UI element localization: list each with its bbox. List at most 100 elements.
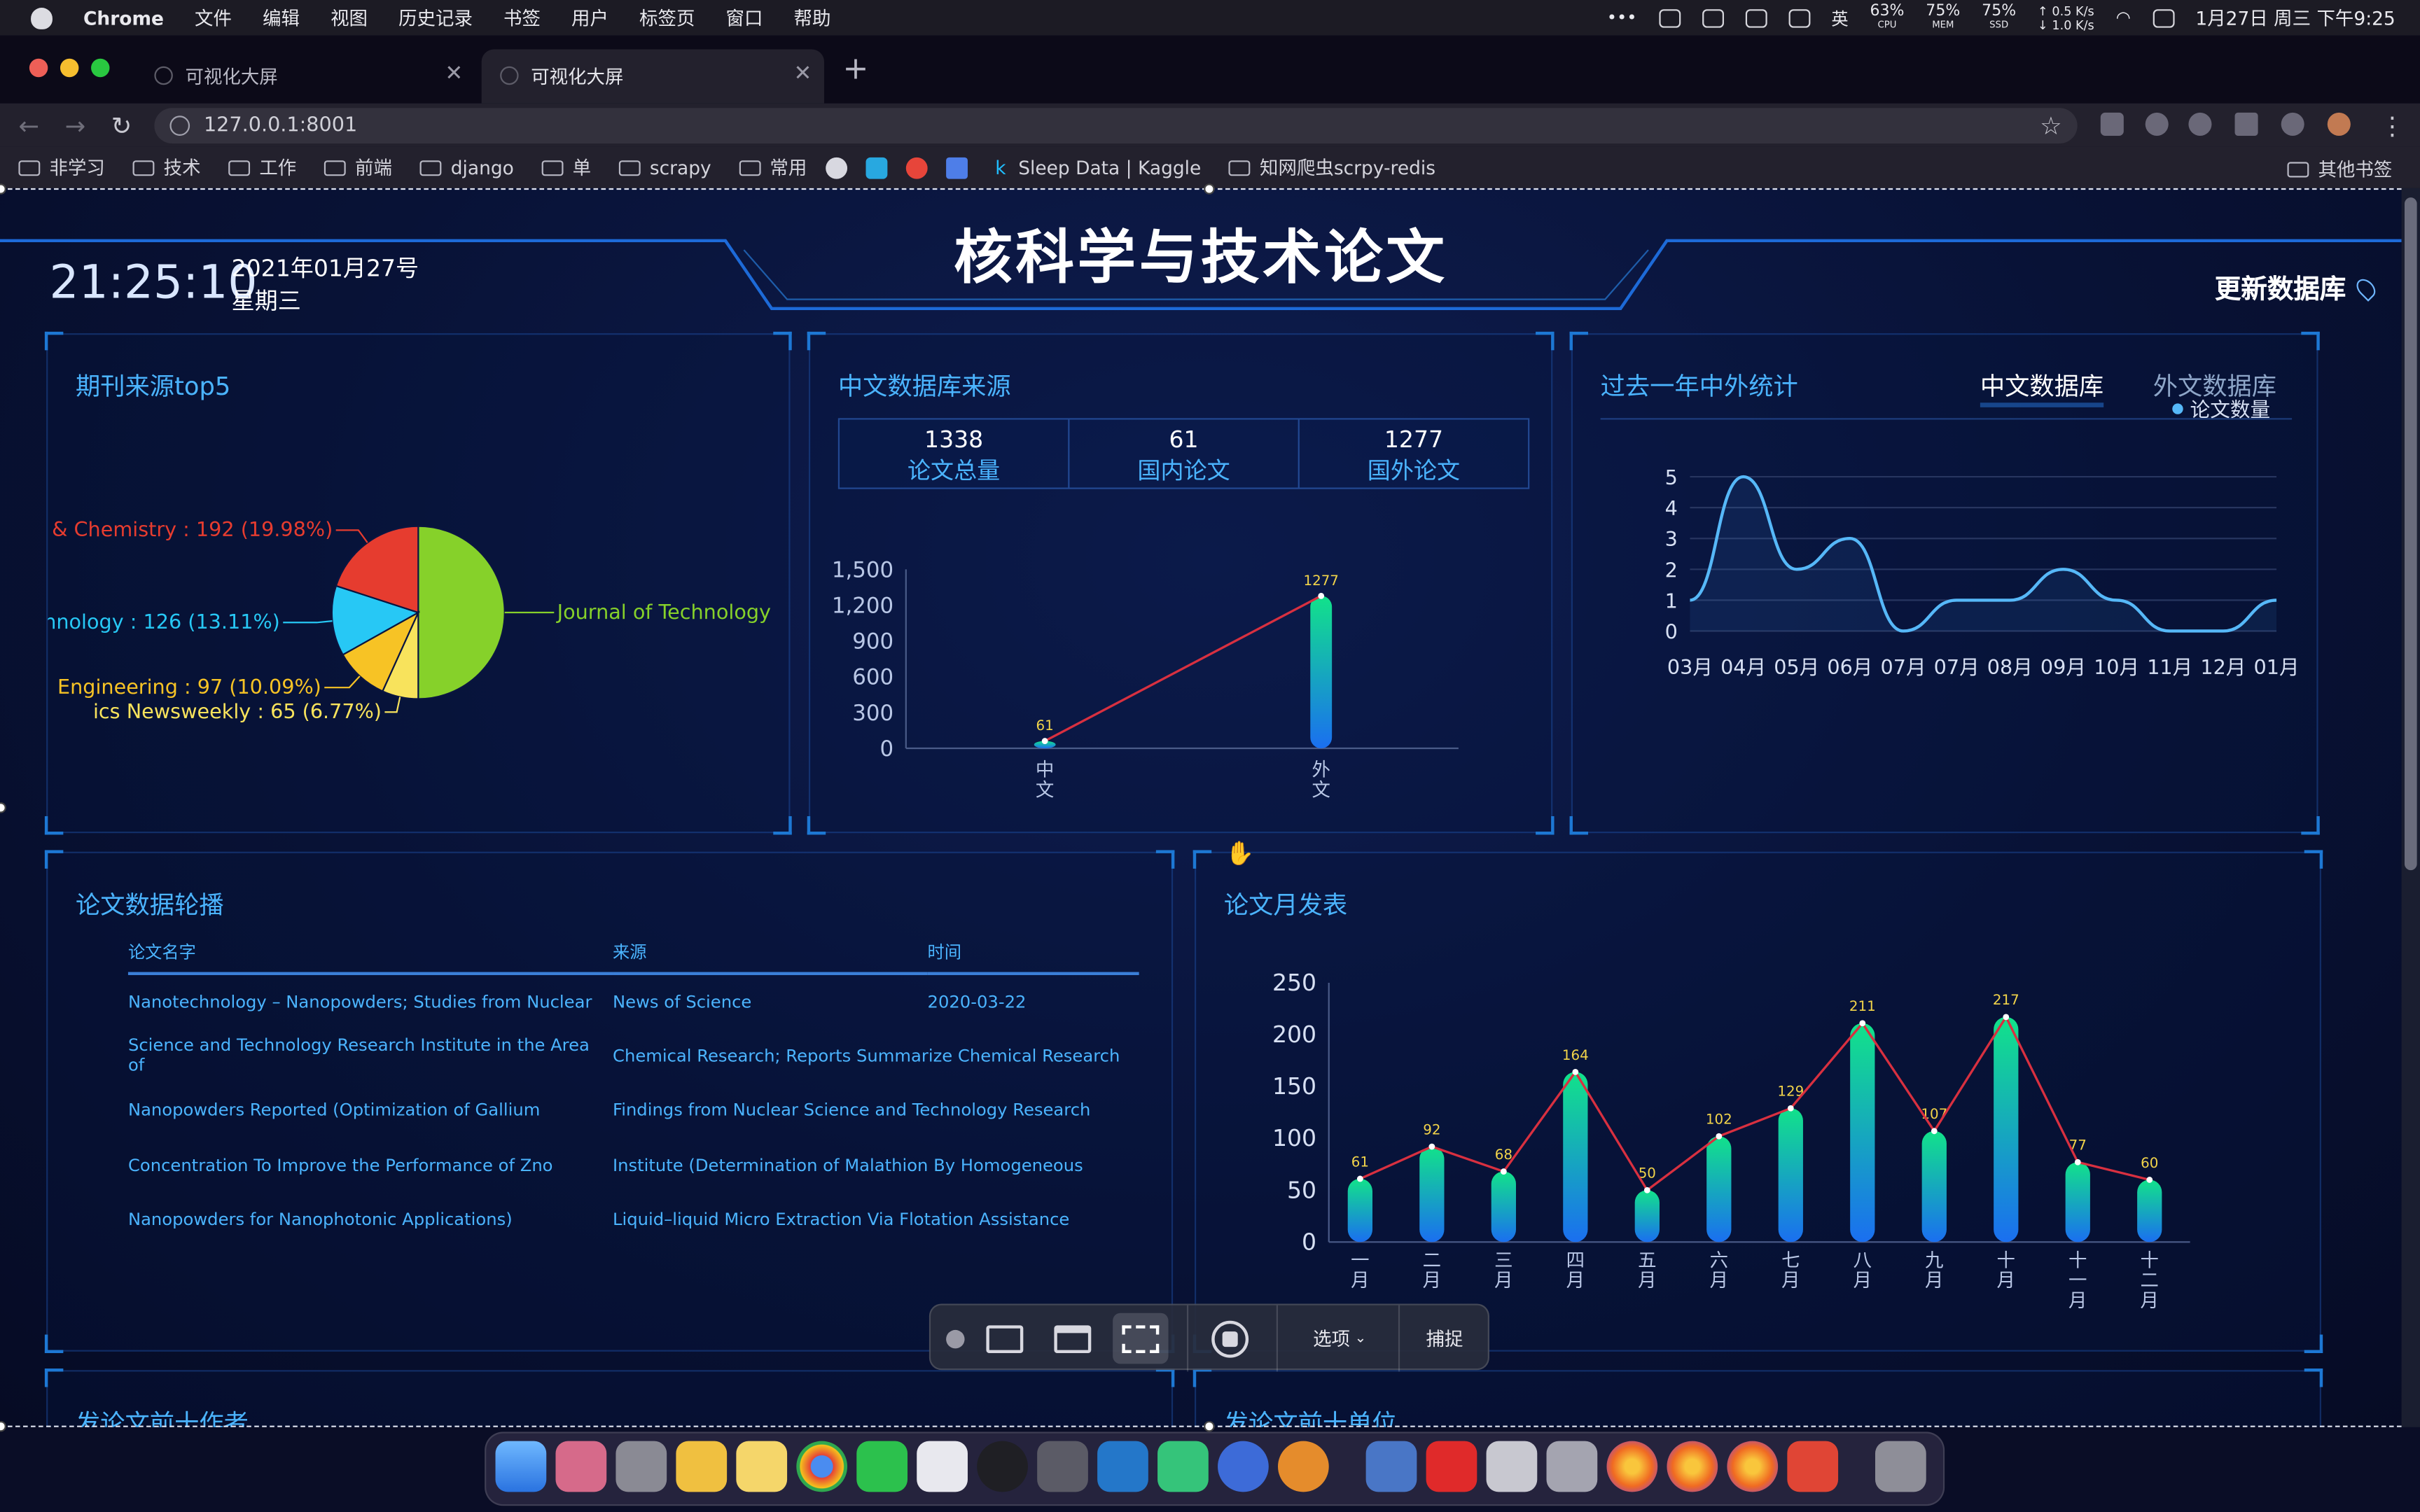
pie-leader-line	[283, 620, 333, 624]
extension-icon[interactable]	[2100, 112, 2124, 136]
control-center-icon[interactable]	[2152, 8, 2174, 27]
menu-app-name[interactable]: Chrome	[83, 7, 164, 29]
macos-dock	[485, 1432, 1945, 1506]
firefox-icon[interactable]	[1606, 1441, 1658, 1492]
bookmark-star-icon[interactable]: ☆	[2040, 111, 2062, 141]
bilibili-icon[interactable]	[865, 156, 887, 178]
capture-window-icon[interactable]	[1048, 1306, 1098, 1372]
vscode-icon[interactable]	[1097, 1441, 1148, 1492]
table-row[interactable]: Concentration To Improve the Performance…	[128, 1138, 1139, 1193]
table-row[interactable]: Nanopowders for Nanophotonic Application…	[128, 1193, 1139, 1247]
table-row[interactable]: Nanotechnology – Nanopowders; Studies fr…	[128, 974, 1139, 1028]
menu-edit[interactable]: 编辑	[263, 5, 300, 31]
bookmark-folder[interactable]: 前端	[324, 154, 392, 180]
extension-icon[interactable]	[2188, 112, 2212, 136]
tab-close-icon[interactable]: ✕	[793, 62, 812, 86]
bookmark-folder[interactable]: 工作	[228, 154, 296, 180]
extension-icon[interactable]	[2234, 112, 2258, 136]
menubar-clock[interactable]: 1月27日 周三 下午9:25	[2195, 5, 2395, 31]
typora-icon[interactable]	[1486, 1441, 1538, 1492]
close-window-button[interactable]	[29, 58, 48, 78]
selection-handle[interactable]	[1204, 183, 1215, 195]
menu-view[interactable]: 视图	[331, 5, 368, 31]
other-bookmarks[interactable]: 其他书签	[2287, 156, 2392, 182]
selection-handle[interactable]	[1204, 1420, 1215, 1432]
menu-help[interactable]: 帮助	[794, 5, 831, 31]
wechat-icon[interactable]	[1744, 8, 1767, 27]
address-bar[interactable]: 127.0.0.1:8001 ☆	[154, 108, 2078, 144]
stickies-icon[interactable]	[736, 1441, 788, 1492]
zoom-window-button[interactable]	[91, 58, 110, 78]
options-button[interactable]: 选项 ⌄	[1288, 1306, 1390, 1372]
app-icon[interactable]	[1787, 1441, 1839, 1492]
table-row[interactable]: Nanopowders Reported (Optimization of Ga…	[128, 1083, 1139, 1138]
chrome-icon[interactable]	[796, 1441, 848, 1492]
browser-tab-2[interactable]: 可视化大屏 ✕	[481, 49, 824, 104]
bookmark-folder[interactable]: 常用	[739, 154, 807, 180]
more-icon[interactable]: •••	[1607, 8, 1637, 28]
sogou-icon[interactable]	[1702, 8, 1724, 27]
avatar[interactable]	[2327, 112, 2351, 136]
bookmark-folder[interactable]: django	[419, 157, 514, 178]
system-preferences-icon[interactable]	[616, 1441, 667, 1492]
record-screen-icon[interactable]	[1205, 1306, 1255, 1372]
capture-button[interactable]: 捕捉	[1406, 1306, 1483, 1372]
puzzle-icon[interactable]	[2281, 112, 2304, 136]
menu-bookmarks[interactable]: 书签	[503, 5, 541, 31]
app-icon[interactable]	[1546, 1441, 1598, 1492]
back-button[interactable]: ←	[18, 111, 39, 141]
bookmark-folder[interactable]: 非学习	[18, 154, 105, 180]
close-capture-icon[interactable]	[940, 1306, 971, 1372]
browser-tab-1[interactable]: 可视化大屏 ✕	[136, 50, 475, 104]
capture-selection-icon[interactable]	[1113, 1312, 1169, 1364]
postman-icon[interactable]	[1277, 1441, 1329, 1492]
site-info-icon[interactable]	[169, 115, 190, 136]
launchpad-icon[interactable]	[555, 1441, 607, 1492]
bookmark-folder[interactable]: scrapy	[618, 157, 711, 178]
qq-icon[interactable]	[977, 1441, 1028, 1492]
capture-screen-icon[interactable]	[980, 1306, 1030, 1372]
trash-icon[interactable]	[1875, 1441, 1926, 1492]
minimize-window-button[interactable]	[60, 58, 79, 78]
extension-icon[interactable]	[2145, 112, 2169, 136]
notes-icon[interactable]	[676, 1441, 728, 1492]
bookmark-icon[interactable]	[945, 156, 968, 178]
forward-button[interactable]: →	[65, 111, 86, 141]
bookmark-folder[interactable]: 单	[541, 154, 591, 180]
youdao-icon[interactable]	[1426, 1441, 1477, 1492]
app-icon[interactable]	[1365, 1441, 1417, 1492]
apple-icon[interactable]	[31, 6, 53, 29]
tab-close-icon[interactable]: ✕	[445, 62, 463, 86]
menu-history[interactable]: 历史记录	[398, 5, 473, 31]
update-database-button[interactable]: 更新数据库	[2215, 267, 2379, 305]
battery-icon[interactable]	[1788, 8, 1810, 27]
wps-icon[interactable]	[917, 1441, 968, 1492]
bookmark-folder[interactable]: 技术	[132, 154, 201, 180]
menu-file[interactable]: 文件	[195, 5, 232, 31]
kebab-menu-icon[interactable]: ⋮	[2380, 111, 2405, 141]
table-row[interactable]: Science and Technology Research Institut…	[128, 1028, 1139, 1083]
google-icon[interactable]	[905, 156, 928, 178]
page-scrollbar-thumb[interactable]	[2404, 197, 2417, 871]
wifi-icon[interactable]: ◠	[2116, 8, 2131, 28]
app-icon[interactable]	[1218, 1441, 1269, 1492]
wechat-icon[interactable]	[856, 1441, 908, 1492]
bookmark-link[interactable]: k Sleep Data | Kaggle	[995, 157, 1201, 178]
firefox-icon[interactable]	[1667, 1441, 1718, 1492]
pycharm-icon[interactable]	[1157, 1441, 1209, 1492]
github-icon[interactable]	[825, 156, 847, 178]
input-method-indicator[interactable]: 英	[1831, 6, 1848, 30]
app-icon[interactable]	[1037, 1441, 1088, 1492]
firefox-icon[interactable]	[1727, 1441, 1779, 1492]
finder-icon[interactable]	[495, 1441, 547, 1492]
menu-users[interactable]: 用户	[571, 5, 609, 31]
menu-window[interactable]: 窗口	[726, 5, 763, 31]
bookmark-folder[interactable]: 知网爬虫scrpy-redis	[1228, 154, 1435, 180]
x-tick-label: 10月	[2094, 655, 2139, 679]
tab-cn-database[interactable]: 中文数据库	[1980, 365, 2104, 407]
folder-icon	[739, 160, 761, 176]
notification-icon[interactable]	[1658, 8, 1681, 27]
menu-tabs[interactable]: 标签页	[639, 5, 695, 31]
new-tab-button[interactable]: +	[842, 50, 868, 87]
reload-button[interactable]: ↻	[111, 111, 132, 141]
